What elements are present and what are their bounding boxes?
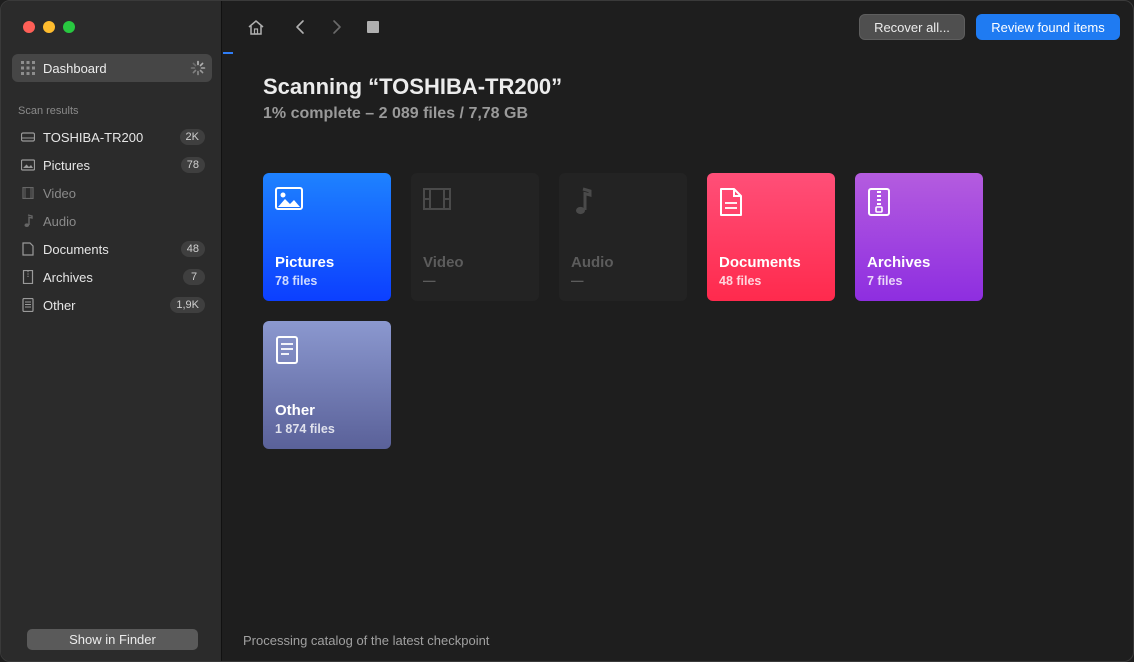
- review-found-items-button[interactable]: Review found items: [976, 14, 1120, 40]
- sidebar-item-label: Video: [43, 185, 77, 201]
- tile-label: Pictures: [275, 254, 335, 271]
- close-window-button[interactable]: [23, 21, 35, 33]
- count-badge: 48: [180, 241, 205, 257]
- scan-progress-text: 1% complete – 2 089 files / 7,78 GB: [263, 105, 529, 122]
- sidebar-item-audio[interactable]: Audio: [12, 207, 212, 235]
- forward-arrow-icon[interactable]: [327, 17, 347, 37]
- tile-pictures[interactable]: Pictures 78 files: [263, 173, 391, 301]
- count-badge: 2K: [179, 129, 205, 145]
- sidebar-item-pictures[interactable]: Pictures 78: [12, 151, 212, 179]
- sidebar-item-drive[interactable]: TOSHIBA-TR200 2K: [12, 123, 212, 151]
- tile-count: 48 files: [719, 274, 762, 288]
- sidebar-item-label: TOSHIBA-TR200: [43, 129, 144, 145]
- count-badge: 7: [183, 269, 205, 285]
- music-note-icon: [21, 214, 35, 228]
- tile-label: Documents: [719, 254, 801, 271]
- sidebar-item-label: Dashboard: [43, 60, 107, 76]
- scan-results-list: TOSHIBA-TR200 2K Pictures 78 Video Audio…: [12, 123, 212, 319]
- tile-label: Other: [275, 402, 316, 419]
- archive-icon: [867, 187, 895, 217]
- archive-icon: [21, 270, 35, 284]
- sidebar-item-label: Audio: [43, 213, 77, 229]
- sidebar-item-video[interactable]: Video: [12, 179, 212, 207]
- tile-label: Archives: [867, 254, 931, 271]
- tile-count: —: [423, 274, 436, 288]
- sidebar-item-dashboard[interactable]: Dashboard: [12, 54, 212, 82]
- status-text: Processing catalog of the latest checkpo…: [243, 633, 490, 648]
- recover-all-button[interactable]: Recover all...: [859, 14, 965, 40]
- page-title: Scanning “TOSHIBA-TR200”: [263, 74, 563, 99]
- scan-results-heading: Scan results: [18, 105, 79, 117]
- tile-count: 78 files: [275, 274, 318, 288]
- tile-count: 7 files: [867, 274, 903, 288]
- sidebar-item-label: Other: [43, 297, 76, 313]
- tile-label: Video: [423, 254, 464, 271]
- sidebar-item-label: Archives: [43, 269, 93, 285]
- other-file-icon: [275, 335, 303, 365]
- zoom-window-button[interactable]: [63, 21, 75, 33]
- tile-archives[interactable]: Archives 7 files: [855, 173, 983, 301]
- grid-icon: [21, 61, 35, 75]
- tile-audio[interactable]: Audio —: [559, 173, 687, 301]
- tile-documents[interactable]: Documents 48 files: [707, 173, 835, 301]
- picture-icon: [275, 187, 303, 217]
- minimize-window-button[interactable]: [43, 21, 55, 33]
- sidebar-item-documents[interactable]: Documents 48: [12, 235, 212, 263]
- drive-icon: [21, 130, 35, 144]
- film-icon: [21, 186, 35, 200]
- count-badge: 1,9K: [170, 297, 205, 313]
- film-icon: [423, 187, 451, 217]
- tile-count: —: [571, 274, 584, 288]
- home-icon[interactable]: [246, 17, 266, 37]
- tile-other[interactable]: Other 1 874 files: [263, 321, 391, 449]
- tile-label: Audio: [571, 254, 614, 271]
- app-window: Dashboard Scan results TOSHIBA-TR200 2K …: [0, 0, 1134, 662]
- tile-count: 1 874 files: [275, 422, 335, 436]
- scan-progress-bar: [223, 52, 233, 54]
- sidebar-item-label: Pictures: [43, 157, 90, 173]
- sidebar: Dashboard Scan results TOSHIBA-TR200 2K …: [1, 1, 222, 661]
- count-badge: 78: [180, 157, 205, 173]
- window-controls: [23, 21, 75, 33]
- back-arrow-icon[interactable]: [290, 17, 310, 37]
- music-note-icon: [571, 187, 599, 217]
- document-icon: [21, 242, 35, 256]
- stop-icon[interactable]: [363, 17, 383, 37]
- other-file-icon: [21, 298, 35, 312]
- sidebar-item-archives[interactable]: Archives 7: [12, 263, 212, 291]
- document-icon: [719, 187, 747, 217]
- sidebar-item-other[interactable]: Other 1,9K: [12, 291, 212, 319]
- picture-icon: [21, 158, 35, 172]
- tile-video[interactable]: Video —: [411, 173, 539, 301]
- show-in-finder-button[interactable]: Show in Finder: [27, 629, 198, 650]
- sidebar-item-label: Documents: [43, 241, 109, 257]
- loading-spinner-icon: [190, 60, 206, 76]
